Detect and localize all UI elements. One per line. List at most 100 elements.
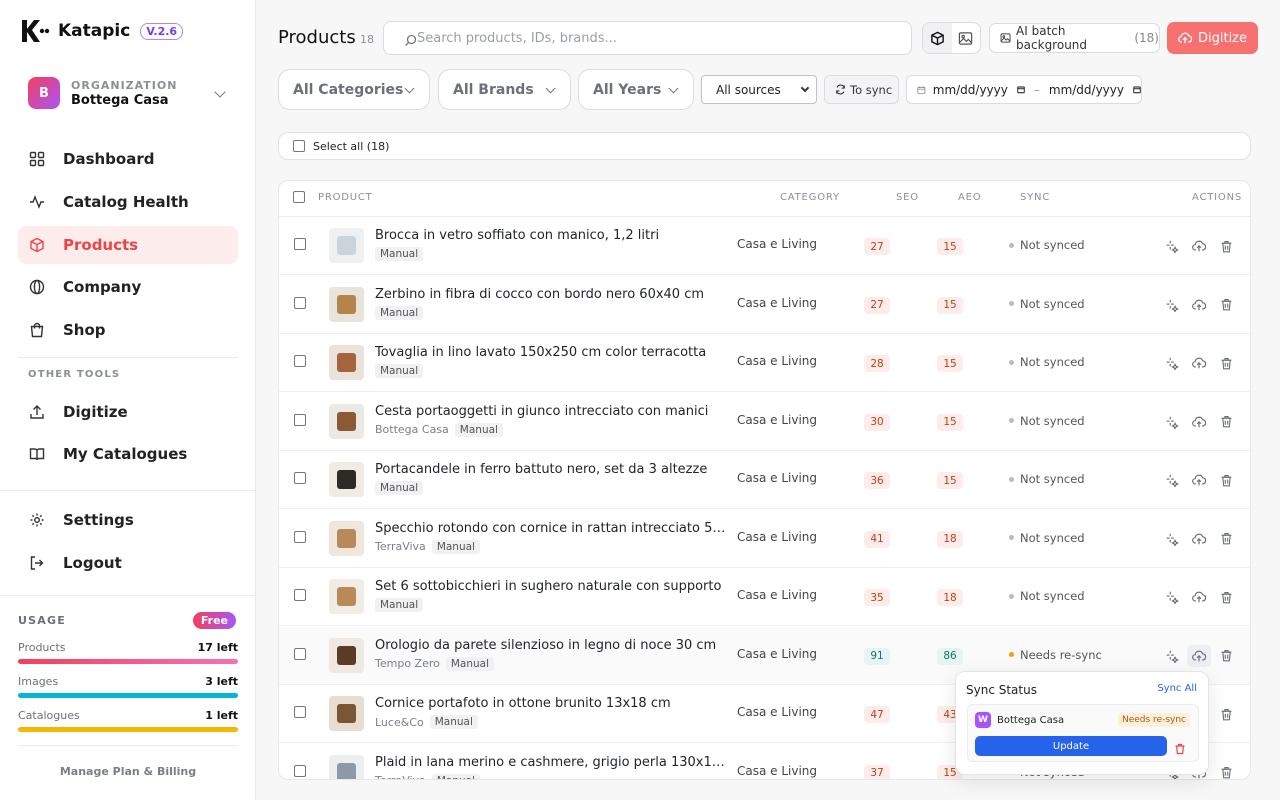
table-row[interactable]: Portacandele in ferro battuto nero, set …: [279, 451, 1250, 509]
cloud-upload-icon[interactable]: [1190, 530, 1208, 548]
sparkle-icon[interactable]: [1163, 296, 1181, 314]
table-row[interactable]: Specchio rotondo con cornice in rattan i…: [279, 510, 1250, 568]
sparkle-icon[interactable]: [1163, 647, 1181, 665]
trash-icon[interactable]: [1217, 588, 1235, 606]
date-from-input[interactable]: mm/dd/yyyy: [933, 83, 1008, 97]
sparkle-icon[interactable]: [1163, 354, 1181, 372]
trash-icon[interactable]: [1217, 471, 1235, 489]
product-thumbnail[interactable]: [329, 286, 364, 322]
brand-filter[interactable]: All Brands: [438, 69, 571, 110]
nav-logout[interactable]: Logout: [18, 544, 238, 582]
cloud-upload-icon[interactable]: [1190, 296, 1208, 314]
organization-switcher[interactable]: B ORGANIZATION Bottega Casa: [18, 70, 238, 116]
product-thumbnail[interactable]: [329, 462, 364, 497]
trash-icon[interactable]: [1217, 354, 1235, 372]
trash-icon[interactable]: [1174, 740, 1186, 755]
col-aeo[interactable]: AEO: [958, 192, 981, 203]
product-name[interactable]: Cesta portaoggetti in giunco intrecciato…: [375, 404, 730, 419]
category-filter[interactable]: All Categories: [278, 69, 430, 110]
product-thumbnail[interactable]: [329, 520, 364, 556]
row-checkbox[interactable]: [294, 296, 306, 309]
row-checkbox[interactable]: [294, 706, 306, 718]
sparkle-icon[interactable]: [1163, 413, 1181, 431]
col-sync[interactable]: SYNC: [1020, 192, 1050, 203]
product-name[interactable]: Tovaglia in lino lavato 150x250 cm color…: [375, 345, 730, 360]
date-to-input[interactable]: mm/dd/yyyy: [1049, 83, 1124, 97]
nav-dashboard[interactable]: Dashboard: [18, 140, 238, 178]
table-row[interactable]: Cesta portaoggetti in giunco intrecciato…: [279, 393, 1250, 451]
trash-icon[interactable]: [1217, 647, 1235, 665]
product-thumbnail[interactable]: [329, 696, 364, 731]
table-row[interactable]: Zerbino in fibra di cocco con bordo nero…: [279, 276, 1250, 334]
brand[interactable]: Katapic V.2.6: [20, 18, 184, 44]
row-checkbox[interactable]: [294, 413, 306, 426]
nav-products[interactable]: Products: [18, 226, 238, 264]
cloud-upload-icon[interactable]: [1190, 471, 1208, 489]
update-button[interactable]: Update: [975, 736, 1167, 756]
product-name[interactable]: Zerbino in fibra di cocco con bordo nero…: [375, 287, 730, 302]
divider: [0, 595, 256, 596]
manage-plan-link[interactable]: Manage Plan & Billing: [0, 765, 256, 778]
sync-all-button[interactable]: Sync All: [1157, 683, 1197, 694]
row-checkbox[interactable]: [294, 472, 306, 484]
product-name[interactable]: Plaid in lana merino e cashmere, grigio …: [375, 755, 730, 770]
product-name[interactable]: Orologio da parete silenzioso in legno d…: [375, 638, 730, 653]
table-row[interactable]: Set 6 sottobicchieri in sughero naturale…: [279, 568, 1250, 626]
year-filter[interactable]: All Years: [578, 69, 694, 110]
product-name[interactable]: Set 6 sottobicchieri in sughero naturale…: [375, 579, 730, 594]
nav-company[interactable]: Company: [18, 268, 238, 306]
cloud-upload-icon[interactable]: [1190, 413, 1208, 431]
row-checkbox[interactable]: [294, 238, 306, 250]
table-row[interactable]: Tovaglia in lino lavato 150x250 cm color…: [279, 334, 1250, 392]
nav-catalog-health[interactable]: Catalog Health: [18, 183, 238, 221]
product-name[interactable]: Brocca in vetro soffiato con manico, 1,2…: [375, 228, 730, 243]
to-sync-button[interactable]: To sync: [824, 75, 899, 104]
nav-my-catalogues[interactable]: My Catalogues: [18, 435, 238, 473]
product-thumbnail[interactable]: [329, 403, 364, 439]
cloud-upload-icon[interactable]: [1190, 237, 1208, 255]
product-thumbnail[interactable]: [329, 345, 364, 380]
trash-icon[interactable]: [1217, 296, 1235, 314]
trash-icon[interactable]: [1217, 237, 1235, 255]
product-name[interactable]: Cornice portafoto in ottone brunito 13x1…: [375, 696, 730, 711]
table-row[interactable]: Brocca in vetro soffiato con manico, 1,2…: [279, 217, 1250, 275]
col-product[interactable]: PRODUCT: [318, 192, 373, 203]
row-checkbox[interactable]: [294, 530, 306, 543]
nav-settings[interactable]: Settings: [18, 501, 238, 539]
cloud-upload-icon[interactable]: [1190, 354, 1208, 372]
product-thumbnail[interactable]: [329, 754, 364, 779]
product-thumbnail[interactable]: [329, 228, 364, 263]
sources-select[interactable]: All sources: [701, 75, 817, 104]
product-thumbnail[interactable]: [329, 637, 364, 673]
sparkle-icon[interactable]: [1163, 471, 1181, 489]
product-name[interactable]: Portacandele in ferro battuto nero, set …: [375, 462, 730, 477]
product-name[interactable]: Specchio rotondo con cornice in rattan i…: [375, 521, 730, 536]
trash-icon[interactable]: [1217, 764, 1235, 780]
image-view-button[interactable]: [952, 23, 981, 53]
search-input[interactable]: [417, 30, 897, 46]
product-view-button[interactable]: [923, 23, 952, 53]
sparkle-icon[interactable]: [1163, 237, 1181, 255]
trash-icon[interactable]: [1217, 413, 1235, 431]
cloud-upload-icon[interactable]: [1190, 588, 1208, 606]
row-checkbox[interactable]: [294, 589, 306, 601]
digitize-button[interactable]: Digitize: [1167, 22, 1258, 54]
row-checkbox[interactable]: [294, 355, 306, 367]
trash-icon[interactable]: [1217, 530, 1235, 548]
select-all-checkbox[interactable]: [293, 140, 305, 152]
nav-shop[interactable]: Shop: [18, 311, 238, 349]
sparkle-icon[interactable]: [1163, 530, 1181, 548]
col-seo[interactable]: SEO: [896, 192, 919, 203]
cloud-upload-icon[interactable]: [1187, 644, 1211, 667]
nav-digitize[interactable]: Digitize: [18, 393, 238, 431]
row-checkbox[interactable]: [294, 764, 306, 777]
row-checkbox[interactable]: [294, 647, 306, 660]
product-thumbnail[interactable]: [329, 579, 364, 614]
trash-icon[interactable]: [1217, 705, 1235, 723]
sparkle-icon[interactable]: [1163, 588, 1181, 606]
search-box[interactable]: [383, 21, 912, 55]
select-all-bar[interactable]: Select all (18): [278, 132, 1251, 160]
ai-batch-background-button[interactable]: AI batch background (18): [989, 23, 1160, 53]
header-checkbox[interactable]: [293, 191, 305, 203]
col-category[interactable]: CATEGORY: [780, 192, 840, 203]
